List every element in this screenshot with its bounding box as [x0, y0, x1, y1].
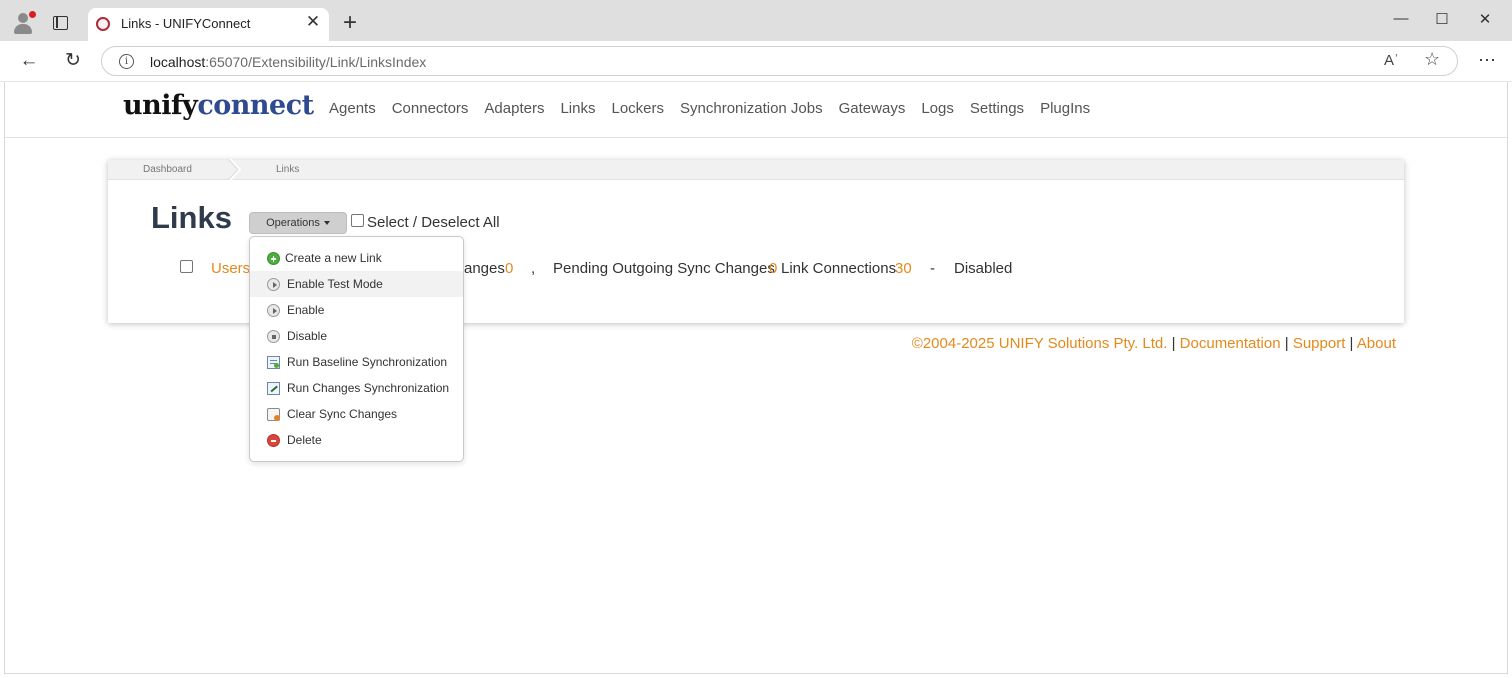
site-info-icon[interactable]: i: [119, 54, 134, 69]
site-header: unifyconnect Agents Connectors Adapters …: [5, 82, 1507, 138]
nav-synchronization-jobs[interactable]: Synchronization Jobs: [680, 100, 823, 117]
link-name[interactable]: Users: [211, 260, 250, 277]
operations-label: Operations: [266, 217, 320, 229]
breadcrumb-links: Links: [276, 164, 300, 175]
menu-item-label: Run Baseline Synchronization: [287, 355, 448, 369]
breadcrumb: Dashboard Links: [108, 159, 1404, 180]
outgoing-changes-label: Pending Outgoing Sync Changes: [553, 260, 775, 277]
footer-separator: |: [1171, 335, 1176, 352]
incoming-changes-value[interactable]: 0: [505, 260, 513, 277]
nav-links[interactable]: Links: [560, 100, 595, 117]
link-connections-label: Link Connections: [781, 260, 897, 277]
back-icon[interactable]: ←: [18, 50, 40, 72]
delete-icon: [267, 434, 280, 447]
nav-agents[interactable]: Agents: [329, 100, 376, 117]
menu-item-enable[interactable]: Enable: [250, 297, 463, 323]
menu-item-label: Enable Test Mode: [287, 277, 383, 291]
nav-gateways[interactable]: Gateways: [839, 100, 906, 117]
baseline-sync-icon: [267, 356, 280, 369]
url-host: localhost: [150, 54, 206, 70]
breadcrumb-dashboard[interactable]: Dashboard: [143, 164, 192, 175]
menu-item-disable[interactable]: Disable: [250, 323, 463, 349]
link-connections-value[interactable]: 30: [895, 260, 912, 277]
browser-tab-bar: Links - UNIFYConnect ✕ + — ☐ ✕: [0, 0, 1512, 41]
menu-item-clear-sync-changes[interactable]: Clear Sync Changes: [250, 401, 463, 427]
url-field[interactable]: i localhost:65070/Extensibility/Link/Lin…: [101, 46, 1458, 76]
operations-button[interactable]: Operations: [249, 212, 347, 234]
unifyconnect-logo[interactable]: unifyconnect: [123, 90, 314, 121]
profile-icon[interactable]: [10, 10, 36, 36]
menu-item-run-baseline-sync[interactable]: Run Baseline Synchronization: [250, 349, 463, 375]
row-dash: -: [930, 260, 935, 277]
menu-item-label: Run Changes Synchronization: [287, 381, 450, 395]
main-nav: Agents Connectors Adapters Links Lockers…: [329, 100, 1106, 117]
browser-tab[interactable]: Links - UNIFYConnect ✕: [88, 8, 329, 41]
footer-separator: |: [1349, 335, 1354, 352]
menu-item-label: Create a new Link: [285, 251, 382, 265]
incoming-changes-label: anges: [464, 260, 505, 277]
play-icon: [267, 278, 280, 291]
link-status: Disabled: [954, 260, 1013, 277]
copyright-link[interactable]: ©2004-2025 UNIFY Solutions Pty. Ltd.: [912, 335, 1168, 352]
breadcrumb-chevron-icon: [228, 159, 242, 180]
menu-item-label: Disable: [287, 329, 328, 343]
footer: ©2004-2025 UNIFY Solutions Pty. Ltd. | D…: [912, 335, 1396, 352]
nav-lockers[interactable]: Lockers: [612, 100, 665, 117]
play-icon: [267, 304, 280, 317]
nav-plugins[interactable]: PlugIns: [1040, 100, 1090, 117]
nav-settings[interactable]: Settings: [970, 100, 1024, 117]
favorite-icon[interactable]: ☆: [1424, 49, 1440, 70]
footer-separator: |: [1284, 335, 1289, 352]
address-bar-row: ← ↻ i localhost:65070/Extensibility/Link…: [0, 41, 1512, 82]
minimize-icon[interactable]: —: [1386, 10, 1416, 32]
menu-item-run-changes-sync[interactable]: Run Changes Synchronization: [250, 375, 463, 401]
caret-down-icon: [323, 221, 330, 226]
read-aloud-icon[interactable]: Aʾ: [1384, 52, 1399, 69]
select-all-label[interactable]: Select / Deselect All: [367, 214, 500, 231]
nav-logs[interactable]: Logs: [921, 100, 954, 117]
clear-changes-icon: [267, 408, 280, 421]
outgoing-changes-value[interactable]: 0: [769, 260, 777, 277]
about-link[interactable]: About: [1357, 335, 1396, 352]
tab-close-icon[interactable]: ✕: [304, 12, 322, 34]
link-row-checkbox[interactable]: [180, 260, 193, 273]
select-all-checkbox[interactable]: [351, 214, 364, 227]
window-close-icon[interactable]: ✕: [1470, 10, 1500, 32]
documentation-link[interactable]: Documentation: [1180, 335, 1281, 352]
browser-menu-icon[interactable]: ⋯: [1478, 50, 1497, 71]
site-favicon-icon: [96, 17, 110, 31]
url-path: :65070/Extensibility/Link/LinksIndex: [205, 54, 427, 70]
menu-item-delete[interactable]: Delete: [250, 427, 463, 453]
add-icon: [267, 252, 280, 265]
refresh-icon[interactable]: ↻: [62, 50, 84, 72]
new-tab-icon[interactable]: +: [339, 9, 361, 37]
nav-adapters[interactable]: Adapters: [484, 100, 544, 117]
page-title: Links: [151, 200, 232, 235]
nav-connectors[interactable]: Connectors: [392, 100, 469, 117]
maximize-icon[interactable]: ☐: [1427, 10, 1457, 32]
menu-item-label: Clear Sync Changes: [287, 407, 398, 421]
menu-item-label: Delete: [287, 433, 322, 447]
changes-sync-icon: [267, 382, 280, 395]
tab-actions-icon[interactable]: [53, 16, 68, 30]
menu-item-label: Enable: [287, 303, 325, 317]
url-text: localhost:65070/Extensibility/Link/Links…: [150, 54, 426, 70]
stop-icon: [267, 330, 280, 343]
tab-title: Links - UNIFYConnect: [121, 16, 251, 31]
row-comma: ,: [531, 260, 536, 277]
support-link[interactable]: Support: [1293, 335, 1346, 352]
menu-item-create-link[interactable]: Create a new Link: [250, 245, 463, 271]
operations-dropdown-menu: Create a new Link Enable Test Mode Enabl…: [249, 236, 464, 462]
menu-item-enable-test-mode[interactable]: Enable Test Mode: [250, 271, 463, 297]
